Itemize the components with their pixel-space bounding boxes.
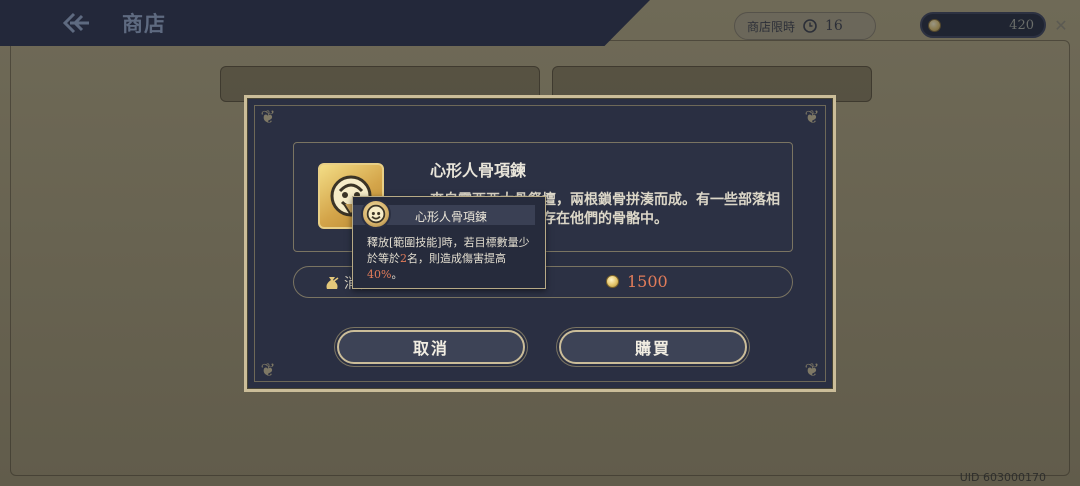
currency-display: 420 <box>920 12 1046 38</box>
user-id: UID 603000170 <box>959 471 1046 484</box>
close-icon[interactable]: ✕ <box>1050 14 1072 36</box>
coin-icon <box>606 275 619 288</box>
clock-icon <box>803 19 817 33</box>
page-title: 商店 <box>122 11 166 36</box>
item-name: 心形人骨項鍊 <box>430 161 527 180</box>
corner-ornament-icon: ❦ <box>804 106 820 128</box>
cost-value: 1500 <box>627 272 668 291</box>
back-button[interactable] <box>58 8 94 38</box>
cancel-button[interactable]: 取消 <box>337 330 525 364</box>
tooltip-title: 心形人骨項鍊 <box>415 210 488 224</box>
top-bar: 商店 <box>0 0 650 46</box>
shop-limit-label: 商店限時 <box>747 19 796 34</box>
currency-amount: 420 <box>1009 17 1034 33</box>
coin-icon <box>928 18 941 32</box>
tooltip-percent: 40% <box>367 268 392 281</box>
tooltip-text: 名，則造成傷害提高 <box>407 252 506 265</box>
item-effect-tooltip: 心形人骨項鍊 釋放[範圍技能]時，若目標數量少於等於2名，則造成傷害提高40%。 <box>352 196 546 289</box>
necklace-icon <box>366 204 386 224</box>
back-arrow-icon <box>62 12 89 34</box>
tooltip-body: 釋放[範圍技能]時，若目標數量少於等於2名，則造成傷害提高40%。 <box>367 235 539 283</box>
shop-limit-timer: 商店限時 16 <box>734 12 876 40</box>
buy-button[interactable]: 購買 <box>559 330 747 364</box>
shop-limit-value: 16 <box>825 18 843 34</box>
corner-ornament-icon: ❦ <box>260 359 276 381</box>
money-bag-icon <box>326 277 339 289</box>
tooltip-item-icon <box>361 199 391 229</box>
tooltip-text: 。 <box>391 268 403 281</box>
corner-ornament-icon: ❦ <box>260 106 276 128</box>
tooltip-count: 2 <box>400 252 407 265</box>
cost-value-group: 1500 <box>606 272 668 291</box>
corner-ornament-icon: ❦ <box>804 359 820 381</box>
